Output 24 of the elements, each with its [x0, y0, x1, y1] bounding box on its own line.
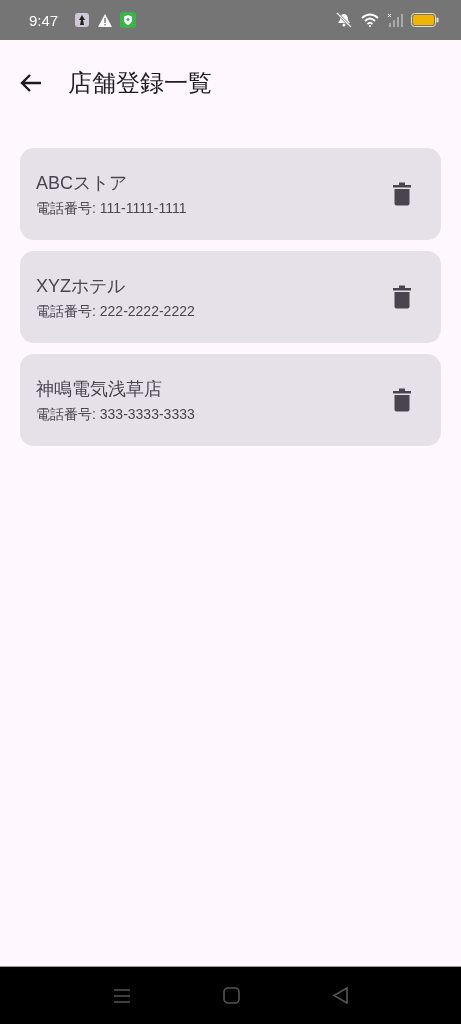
- back-arrow-icon: [20, 73, 42, 93]
- store-name: XYZホテル: [36, 274, 126, 298]
- wifi-icon: [361, 13, 379, 27]
- trash-icon: [393, 388, 411, 412]
- page-title: 店舗登録一覧: [68, 68, 212, 99]
- shield-icon: [120, 12, 137, 28]
- trash-icon: [393, 182, 411, 206]
- store-card[interactable]: ABCストア 電話番号: 111-1111-1111: [20, 148, 441, 240]
- store-card[interactable]: XYZホテル 電話番号: 222-2222-2222: [20, 251, 441, 343]
- home-icon[interactable]: [222, 987, 240, 1004]
- store-phone: 電話番号: 222-2222-2222: [36, 302, 196, 321]
- store-phone: 電話番号: 111-1111-1111: [36, 199, 188, 218]
- store-name: ABCストア: [36, 171, 128, 195]
- store-name: 神鳴電気浅草店: [36, 377, 163, 401]
- store-phone: 電話番号: 333-3333-3333: [36, 405, 196, 424]
- trash-icon: [393, 285, 411, 309]
- battery-icon: [411, 13, 439, 27]
- signal-icon: [387, 13, 403, 27]
- app-notification-icon: [74, 12, 91, 28]
- warning-icon: [98, 13, 113, 27]
- muted-bell-icon: [335, 12, 353, 28]
- store-card[interactable]: 神鳴電気浅草店 電話番号: 333-3333-3333: [20, 354, 441, 446]
- status-time: 9:47: [29, 11, 59, 29]
- back-icon[interactable]: [331, 987, 349, 1004]
